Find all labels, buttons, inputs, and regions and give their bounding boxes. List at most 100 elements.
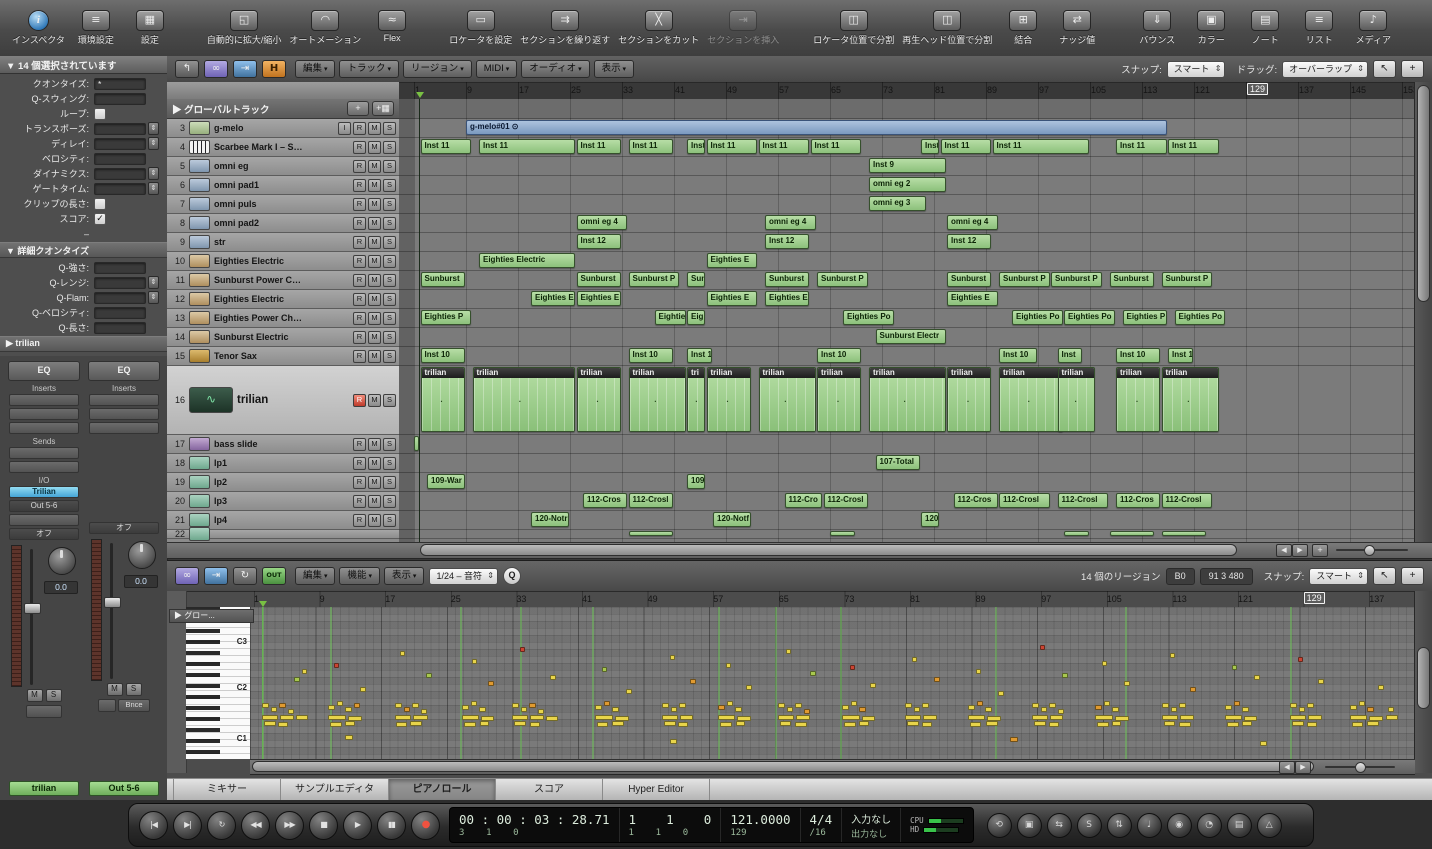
midi-note[interactable] xyxy=(870,683,876,688)
link-icon[interactable]: ∞ xyxy=(175,567,199,585)
midi-note[interactable] xyxy=(1352,722,1363,727)
track-header-row[interactable]: 20 lp3 R M S xyxy=(167,492,399,511)
global-tracks-collapsed[interactable]: ▶ グロー... xyxy=(169,609,254,623)
midi-note[interactable] xyxy=(280,715,294,720)
functions-menu[interactable]: 機能 xyxy=(339,567,380,585)
sync-button[interactable]: ⇅ xyxy=(1106,812,1132,838)
midi-note[interactable] xyxy=(1049,703,1056,708)
midi-note[interactable] xyxy=(1062,673,1068,678)
midi-note[interactable] xyxy=(796,715,810,720)
midi-note[interactable] xyxy=(550,675,556,680)
midi-note[interactable] xyxy=(720,722,732,727)
region[interactable] xyxy=(1109,531,1154,536)
lcd-signature-section[interactable]: 4/4 /16 xyxy=(801,808,843,842)
mute-button[interactable]: M xyxy=(368,178,381,192)
midi-note[interactable] xyxy=(480,721,489,726)
record-enable-button[interactable]: R xyxy=(353,121,366,135)
lists-button[interactable]: ≡ リスト xyxy=(1296,10,1342,46)
colors-button[interactable]: ▣ カラー xyxy=(1188,10,1234,46)
midi-note[interactable] xyxy=(804,709,810,714)
region[interactable]: Inst 1 xyxy=(1168,348,1193,363)
midi-note[interactable] xyxy=(404,707,410,712)
automation-button[interactable]: ◠ オートメーション xyxy=(289,10,361,46)
midi-note[interactable] xyxy=(1032,703,1039,708)
track-header-row[interactable]: 18 lp1 R M S xyxy=(167,454,399,473)
solo-button[interactable]: S xyxy=(45,689,62,702)
midi-note[interactable] xyxy=(662,703,669,708)
region[interactable]: Sunburst P xyxy=(817,272,868,287)
region[interactable]: g-melo#01 ⊙ xyxy=(466,120,1167,135)
midi-note[interactable] xyxy=(977,701,983,706)
param-value-field[interactable] xyxy=(94,321,146,334)
midi-note[interactable] xyxy=(604,701,610,706)
midi-note[interactable] xyxy=(662,715,678,720)
midi-note[interactable] xyxy=(1179,703,1186,708)
midi-note[interactable] xyxy=(670,739,677,744)
region[interactable]: Eigh xyxy=(687,310,705,325)
midi-note[interactable] xyxy=(1367,721,1379,726)
midi-note[interactable] xyxy=(612,721,624,726)
midi-note[interactable] xyxy=(934,677,940,682)
midi-note[interactable] xyxy=(786,649,791,654)
midi-note[interactable] xyxy=(923,715,937,720)
midi-note[interactable] xyxy=(530,715,544,720)
region[interactable]: Inst 12 xyxy=(576,234,621,249)
midi-note[interactable] xyxy=(1170,653,1175,658)
midi-note[interactable] xyxy=(859,721,869,726)
region[interactable]: 112-Crosl xyxy=(1161,493,1212,508)
repeat-section-button[interactable]: ⇉ セクションを繰り返す xyxy=(520,10,610,46)
mute-button[interactable]: M xyxy=(368,513,381,527)
send-slot[interactable] xyxy=(9,461,79,473)
drag-dropdown[interactable]: オーバーラップ xyxy=(1282,60,1368,78)
midi-note[interactable] xyxy=(1359,701,1365,706)
region[interactable]: Inst 11 xyxy=(479,139,575,154)
insert-slot[interactable] xyxy=(9,394,79,406)
midi-note[interactable] xyxy=(546,716,558,721)
midi-note[interactable] xyxy=(412,703,419,708)
catch-playhead-icon[interactable]: ↻ xyxy=(233,567,257,585)
region[interactable]: Eighties P xyxy=(1122,310,1167,325)
param-value-field[interactable] xyxy=(94,122,146,135)
track-header-row[interactable]: 16 ∿ trilian R M S xyxy=(167,366,399,435)
midi-note[interactable] xyxy=(396,722,407,727)
record-enable-button[interactable]: R xyxy=(353,197,366,211)
midi-note[interactable] xyxy=(1095,705,1102,710)
record-enable-button[interactable]: R xyxy=(353,475,366,489)
track-header-row[interactable]: 19 lp2 R M S xyxy=(167,473,399,492)
region[interactable]: 112-Cros xyxy=(1116,493,1160,508)
midi-note[interactable] xyxy=(464,722,476,727)
solo-button[interactable]: S xyxy=(383,121,396,135)
midi-note[interactable] xyxy=(778,715,794,720)
region[interactable]: 112-Crosl xyxy=(823,493,868,508)
midi-note[interactable] xyxy=(612,707,619,712)
region[interactable]: Inst 11 xyxy=(810,139,861,154)
midi-note[interactable] xyxy=(968,705,975,710)
solo-mode-button[interactable]: S xyxy=(1076,812,1102,838)
record-enable-button[interactable]: R xyxy=(353,235,366,249)
midi-note[interactable] xyxy=(850,665,855,670)
midi-note[interactable] xyxy=(413,715,428,720)
add-multiple-tracks-button[interactable]: +▦ xyxy=(372,101,394,116)
track-lane[interactable] xyxy=(399,435,1415,454)
region[interactable]: trilian xyxy=(576,367,621,432)
midi-note[interactable] xyxy=(912,657,917,662)
solo-button[interactable]: S xyxy=(383,330,396,344)
track-header-row[interactable]: 8 omni pad2 R M S xyxy=(167,214,399,233)
selection-header[interactable]: ▼ 14 個選択されています xyxy=(0,56,167,74)
region[interactable] xyxy=(414,436,419,451)
midi-note[interactable] xyxy=(529,703,536,708)
record-enable-button[interactable]: R xyxy=(353,292,366,306)
zoom-slider[interactable] xyxy=(1336,545,1408,556)
solo-button[interactable]: S xyxy=(383,456,396,470)
region[interactable]: Eighties Po xyxy=(654,310,686,325)
midi-note[interactable] xyxy=(727,701,733,706)
midi-note[interactable] xyxy=(905,703,912,708)
midi-note[interactable] xyxy=(1292,721,1304,726)
advanced-quantize-header[interactable]: ▼ 詳細クオンタイズ xyxy=(0,242,167,258)
notes-button[interactable]: ▤ ノート xyxy=(1242,10,1288,46)
click-button[interactable]: ♩ xyxy=(1136,812,1162,838)
scrollbar-handle[interactable] xyxy=(1417,85,1430,302)
edit-menu[interactable]: 編集 xyxy=(295,60,336,78)
flex-button[interactable]: ≈ Flex xyxy=(369,10,415,43)
region[interactable]: 107-Total xyxy=(875,455,920,470)
